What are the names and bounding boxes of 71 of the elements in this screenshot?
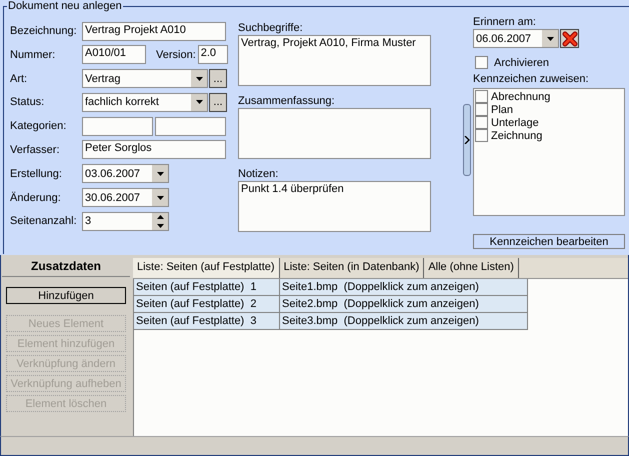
browse-button[interactable]: ... bbox=[209, 92, 227, 112]
field-label: Kennzeichen zuweisen: bbox=[473, 73, 590, 85]
chevron-right-icon bbox=[464, 136, 470, 144]
checkbox[interactable] bbox=[475, 56, 488, 69]
field-label: Erinnern am: bbox=[473, 16, 537, 28]
input-field[interactable]: Peter Sorglos bbox=[82, 140, 226, 160]
dropdown-button[interactable] bbox=[152, 165, 168, 182]
text-area[interactable]: Vertrag, Projekt A010, Firma Muster bbox=[238, 35, 431, 86]
field-label: Seitenanzahl: bbox=[10, 215, 78, 228]
field-label: Status: bbox=[10, 96, 46, 108]
table-cell[interactable]: Seiten (auf Festplatte) 1 bbox=[134, 279, 280, 296]
dropdown-arrow-icon bbox=[196, 100, 202, 104]
field-label: Bezeichnung: bbox=[10, 25, 78, 37]
dropdown-arrow-icon bbox=[156, 196, 164, 200]
dropdown-button[interactable] bbox=[542, 30, 558, 47]
field-label: Notizen: bbox=[238, 168, 280, 180]
down-arrow-icon bbox=[156, 224, 164, 228]
input-field[interactable] bbox=[82, 116, 153, 136]
dropdown-arrow-icon bbox=[156, 172, 164, 176]
field-label: Suchbegriffe: bbox=[238, 22, 304, 34]
checkbox-label: Archivieren bbox=[494, 56, 550, 68]
text-area[interactable]: Punkt 1.4 überprüfen bbox=[238, 181, 431, 232]
edit-flags-button[interactable]: Kennzeichen bearbeiten bbox=[473, 234, 625, 249]
clear-button[interactable] bbox=[560, 29, 579, 48]
field-label: Verfasser: bbox=[10, 144, 61, 156]
dropdown-button[interactable] bbox=[191, 70, 207, 88]
tab[interactable]: Liste: Seiten (in Datenbank) bbox=[280, 258, 424, 278]
checkbox[interactable] bbox=[475, 116, 488, 129]
expand-handle[interactable] bbox=[463, 104, 471, 176]
input-field[interactable]: A010/01 bbox=[82, 45, 146, 64]
table-cell[interactable]: Seiten (auf Festplatte) 2 bbox=[134, 296, 280, 313]
combo-box[interactable]: fachlich korrekt bbox=[82, 92, 208, 112]
spin-box[interactable]: 3 bbox=[82, 212, 169, 231]
browse-button[interactable]: ... bbox=[209, 69, 227, 88]
dropdown-button[interactable] bbox=[152, 189, 168, 206]
input-field[interactable] bbox=[155, 116, 226, 136]
table-cell[interactable]: Seite2.bmp (Doppelklick zum anzeigen) bbox=[280, 296, 528, 313]
up-arrow-icon bbox=[156, 215, 164, 220]
field-label: Erstellung: bbox=[10, 168, 63, 180]
text-area[interactable] bbox=[238, 108, 431, 159]
combo-box[interactable]: 06.06.2007 bbox=[473, 29, 559, 48]
checkbox-label: Unterlage bbox=[491, 116, 539, 128]
dropdown-button[interactable] bbox=[191, 94, 207, 111]
field-label: Zusammenfassung: bbox=[238, 95, 336, 107]
panel-title: Zusatzdaten bbox=[2, 255, 130, 277]
combo-box[interactable]: 03.06.2007 bbox=[82, 164, 169, 184]
combo-box[interactable]: 30.06.2007 bbox=[82, 188, 169, 208]
field-label: Änderung: bbox=[10, 192, 62, 204]
field-label: Kategorien: bbox=[10, 120, 68, 132]
close-icon bbox=[562, 30, 578, 46]
checkbox[interactable] bbox=[475, 90, 488, 103]
combo-box[interactable]: Vertrag bbox=[82, 69, 208, 88]
tab[interactable]: Liste: Seiten (auf Festplatte) bbox=[133, 258, 280, 278]
checkbox-label: Plan bbox=[491, 104, 514, 116]
table-cell[interactable]: Seite3.bmp (Doppelklick zum anzeigen) bbox=[280, 313, 528, 330]
checkbox-label: Zeichnung bbox=[491, 130, 542, 142]
field-label: Version: bbox=[156, 48, 196, 61]
input-field[interactable]: Vertrag Projekt A010 bbox=[82, 22, 226, 40]
input-field[interactable]: 2.0 bbox=[198, 45, 228, 64]
table-cell[interactable]: Seiten (auf Festplatte) 3 bbox=[134, 313, 280, 330]
checkbox[interactable] bbox=[475, 103, 488, 116]
field-label: Art: bbox=[10, 72, 28, 85]
group-title: Dokument neu anlegen bbox=[7, 0, 123, 12]
field-label: Nummer: bbox=[10, 48, 56, 61]
table-cell[interactable]: Seite1.bmp (Doppelklick zum anzeigen) bbox=[280, 279, 528, 296]
dropdown-arrow-icon bbox=[546, 36, 554, 40]
action-button[interactable]: Hinzufügen bbox=[6, 287, 126, 304]
tab[interactable]: Alle (ohne Listen) bbox=[424, 258, 519, 278]
dropdown-arrow-icon bbox=[196, 76, 202, 81]
checkbox[interactable] bbox=[475, 129, 488, 142]
checkbox-label: Abrechnung bbox=[491, 90, 550, 102]
